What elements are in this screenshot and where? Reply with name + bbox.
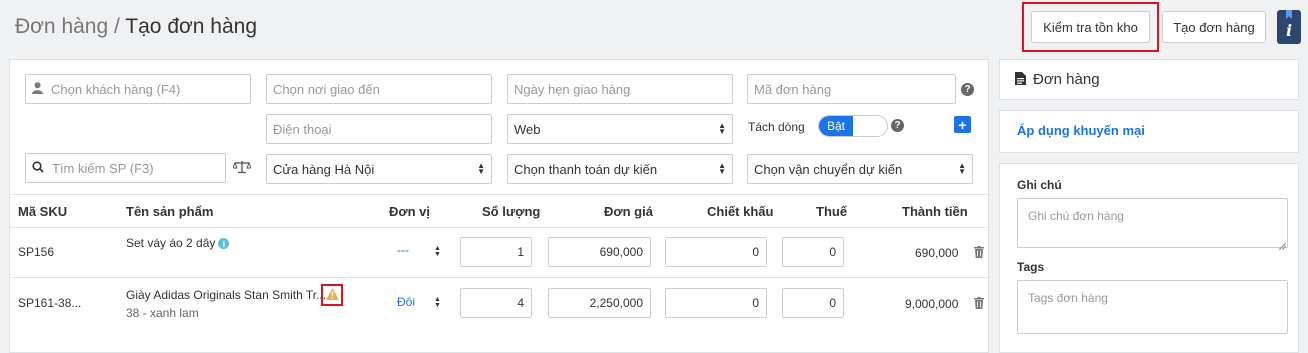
row-discount-input[interactable]: 0	[665, 288, 767, 318]
search-icon	[32, 160, 44, 176]
info-icon[interactable]: i	[218, 238, 230, 250]
col-header-total: Thành tiền	[902, 204, 968, 219]
source-value: Web	[514, 121, 541, 137]
phone-field[interactable]: Điện thoại	[266, 114, 492, 144]
row-divider	[10, 277, 988, 278]
col-header-tax: Thuế	[816, 204, 848, 219]
payment-value: Chọn thanh toán dự kiến	[514, 161, 658, 177]
product-search-placeholder: Tìm kiếm SP (F3)	[52, 160, 154, 176]
row-quantity-input[interactable]: 4	[460, 288, 532, 318]
unit-select-arrows-icon[interactable]: ▲ ▼	[434, 296, 441, 309]
row-product-name: Set váy áo 2 dây i	[126, 236, 230, 250]
scale-icon[interactable]	[232, 160, 252, 177]
row-quantity-input[interactable]: 1	[460, 237, 532, 267]
delete-row-icon[interactable]	[974, 297, 984, 309]
delivery-date-field[interactable]: Ngày hẹn giao hàng	[507, 74, 733, 104]
row-tax-input[interactable]: 0	[782, 288, 844, 318]
toggle-on-label: Bật	[819, 116, 853, 136]
delivery-place-field[interactable]: Chọn nơi giao đến	[266, 74, 492, 104]
col-header-quantity: Số lượng	[482, 204, 541, 219]
col-header-sku: Mã SKU	[18, 204, 68, 219]
help-book-icon[interactable]: i	[1277, 10, 1301, 44]
create-order-button[interactable]: Tạo đơn hàng	[1162, 11, 1266, 43]
check-stock-button[interactable]: Kiểm tra tồn kho	[1031, 11, 1150, 43]
col-header-price: Đơn giá	[604, 204, 653, 219]
row-unit-select[interactable]: ---	[397, 243, 409, 257]
delete-row-icon[interactable]	[974, 246, 984, 258]
split-line-help-icon[interactable]: ?	[891, 119, 904, 132]
col-header-discount: Chiết khấu	[707, 204, 774, 219]
row-sku: SP156	[18, 245, 55, 259]
shipping-select[interactable]: Chọn vận chuyển dự kiến ▲ ▼	[747, 154, 973, 184]
document-icon	[1015, 72, 1026, 88]
col-header-unit: Đơn vị	[389, 204, 431, 219]
row-tax-input[interactable]: 0	[782, 237, 844, 267]
page-title: Đơn hàng / Tạo đơn hàng	[15, 15, 257, 39]
source-select[interactable]: Web ▲ ▼	[507, 114, 733, 144]
select-arrows-icon: ▲ ▼	[718, 161, 726, 176]
split-line-label: Tách dòng	[748, 120, 805, 134]
col-header-name: Tên sản phẩm	[126, 204, 214, 219]
unit-select-arrows-icon[interactable]: ▲ ▼	[434, 245, 441, 258]
row-product-name[interactable]: Giày Adidas Originals Stan Smith Tr...	[126, 288, 326, 302]
store-select[interactable]: Cửa hàng Hà Nội ▲ ▼	[266, 154, 492, 184]
row-total: 690,000	[915, 246, 959, 260]
table-top-divider	[10, 194, 988, 195]
table-header-divider	[10, 227, 988, 228]
shipping-value: Chọn vận chuyển dự kiến	[754, 161, 903, 177]
select-arrows-icon: ▲ ▼	[477, 161, 485, 176]
bookmark-ribbon-icon	[1286, 10, 1292, 19]
store-value: Cửa hàng Hà Nội	[273, 161, 375, 177]
payment-select[interactable]: Chọn thanh toán dự kiến ▲ ▼	[507, 154, 733, 184]
tags-label: Tags	[1017, 260, 1045, 274]
info-glyph: i	[1285, 21, 1293, 40]
breadcrumb-separator: /	[108, 15, 126, 38]
select-arrows-icon: ▲ ▼	[958, 161, 966, 176]
select-arrows-icon: ▲ ▼	[718, 121, 726, 136]
user-icon	[32, 81, 43, 97]
row-total: 9,000,000	[905, 297, 959, 311]
resize-handle-icon[interactable]	[1278, 238, 1287, 253]
page-title-text: Tạo đơn hàng	[125, 15, 257, 38]
order-code-field[interactable]: Mã đơn hàng	[747, 74, 956, 104]
row-sku: SP161-38...	[18, 296, 82, 310]
note-textarea[interactable]: Ghi chú đơn hàng	[1017, 198, 1288, 248]
order-summary-title: Đơn hàng	[1033, 71, 1100, 88]
product-name-text[interactable]: Set váy áo 2 dây	[126, 236, 215, 250]
note-label: Ghi chú	[1017, 178, 1062, 192]
row-unit-select[interactable]: Đôi	[397, 295, 415, 309]
customer-placeholder: Chọn khách hàng (F4)	[51, 81, 181, 97]
row-price-input[interactable]: 690,000	[548, 237, 651, 267]
row-price-input[interactable]: 2,250,000	[548, 288, 651, 318]
apply-promo-link[interactable]: Áp dụng khuyến mại	[1017, 123, 1145, 138]
row-discount-input[interactable]: 0	[665, 237, 767, 267]
customer-field[interactable]: Chọn khách hàng (F4)	[25, 74, 251, 104]
breadcrumb-orders[interactable]: Đơn hàng	[15, 15, 108, 38]
order-code-help-icon[interactable]: ?	[961, 83, 974, 96]
warning-icon[interactable]	[325, 287, 339, 303]
stock-warning-highlight	[321, 284, 343, 306]
tags-input[interactable]: Tags đơn hàng	[1017, 280, 1288, 334]
add-field-button[interactable]: +	[954, 116, 971, 133]
row-variant: 38 - xanh lam	[126, 306, 199, 320]
product-search-field[interactable]: Tìm kiếm SP (F3)	[25, 153, 226, 183]
split-line-toggle[interactable]: Bật	[818, 115, 888, 137]
